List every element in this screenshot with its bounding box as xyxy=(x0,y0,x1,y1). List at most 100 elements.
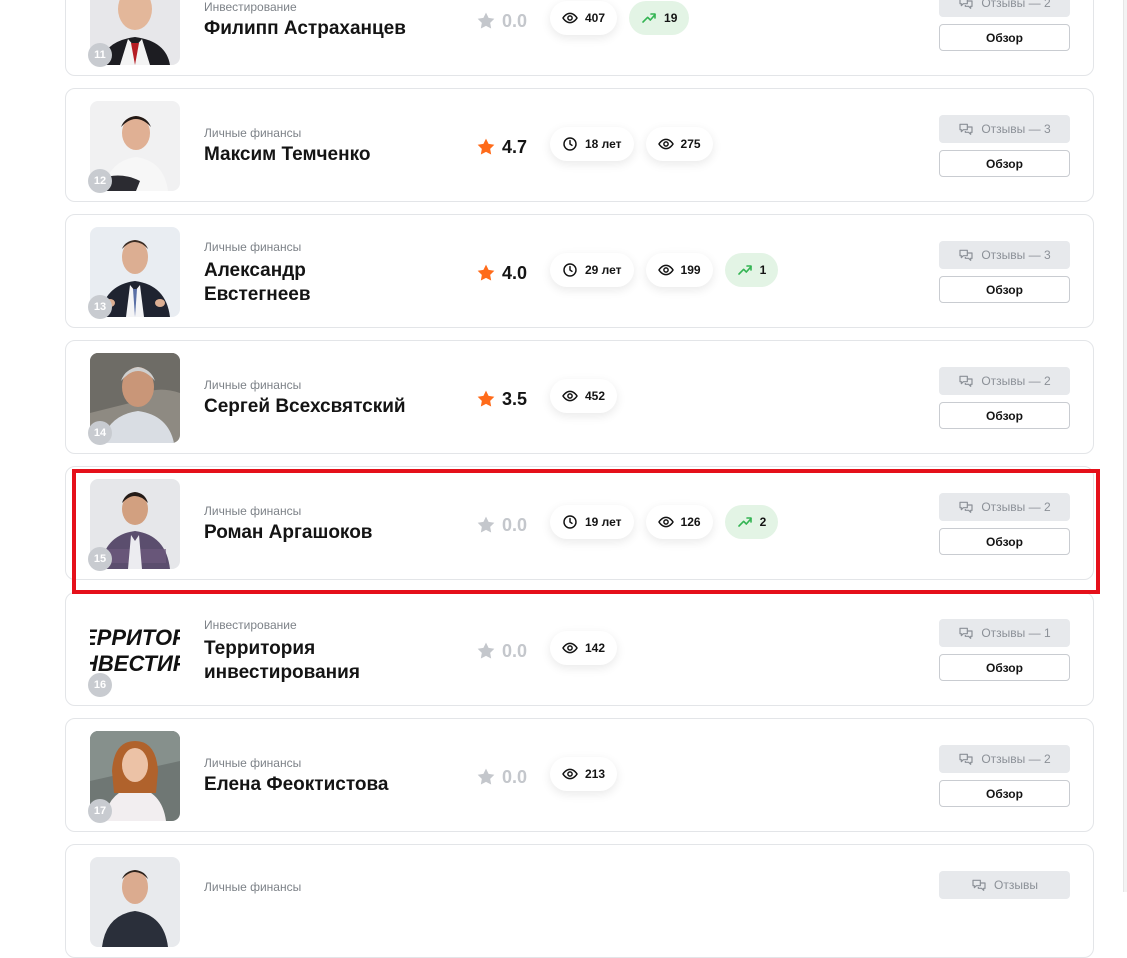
reviews-label: Отзывы — 3 xyxy=(981,248,1051,262)
reviews-label: Отзывы — 3 xyxy=(981,122,1051,136)
expert-card[interactable]: 17 Личные финансы Елена Феоктистова 0.0 … xyxy=(65,718,1094,832)
rating: 3.5 xyxy=(476,387,527,411)
review-button[interactable]: Обзор xyxy=(939,528,1070,555)
category-label: Личные финансы xyxy=(204,126,302,140)
expert-name[interactable]: Сергей Всехсвятский xyxy=(204,395,464,419)
rating-value: 3.5 xyxy=(502,388,528,409)
expert-name[interactable]: Филипп Астраханцев xyxy=(204,17,464,41)
clock-icon xyxy=(563,515,577,529)
trend-up-icon xyxy=(737,265,752,275)
expert-card[interactable]: 11 Инвестирование Филипп Астраханцев 0.0… xyxy=(65,0,1094,76)
chat-bubbles-icon xyxy=(959,249,973,261)
clock-icon xyxy=(563,263,577,277)
expert-name[interactable]: Роман Аргашоков xyxy=(204,521,464,545)
expert-name[interactable]: Максим Темченко xyxy=(204,143,464,167)
reviews-button[interactable]: Отзывы — 1 xyxy=(939,619,1070,647)
trend-pill: 1 xyxy=(724,253,779,287)
reviews-label: Отзывы — 1 xyxy=(981,626,1051,640)
trend-pill: 2 xyxy=(724,505,779,539)
views-count: 142 xyxy=(585,641,606,655)
category-label: Личные финансы xyxy=(204,378,302,392)
rank-badge: 17 xyxy=(88,799,112,823)
views-count: 452 xyxy=(585,389,606,403)
chat-bubbles-icon xyxy=(972,879,986,891)
views-count: 213 xyxy=(585,767,606,781)
reviews-button[interactable]: Отзывы — 3 xyxy=(939,115,1070,143)
reviews-button[interactable]: Отзывы — 2 xyxy=(939,745,1070,773)
experience-value: 29 лет xyxy=(585,263,622,277)
views-pill: 142 xyxy=(550,631,618,665)
chat-bubbles-icon xyxy=(959,375,973,387)
reviews-button[interactable]: Отзывы — 2 xyxy=(939,493,1070,521)
trend-pill: 19 xyxy=(629,1,690,35)
views-pill: 126 xyxy=(645,505,713,539)
chat-bubbles-icon xyxy=(959,627,973,639)
reviews-button[interactable]: Отзывы — 3 xyxy=(939,241,1070,269)
star-icon xyxy=(477,264,495,281)
rating: 4.7 xyxy=(476,135,527,159)
rank-badge: 13 xyxy=(88,295,112,319)
rating-value: 0.0 xyxy=(502,640,528,661)
views-pill: 452 xyxy=(550,379,618,413)
review-button[interactable]: Обзор xyxy=(939,24,1070,51)
views-pill: 275 xyxy=(645,127,713,161)
eye-icon xyxy=(562,12,578,24)
rating: 0.0 xyxy=(476,765,527,789)
expert-name[interactable]: Территория xyxy=(204,637,464,661)
experience-pill: 18 лет xyxy=(550,127,634,161)
rating-value: 0.0 xyxy=(502,10,528,31)
rank-badge: 15 xyxy=(88,547,112,571)
reviews-button[interactable]: Отзывы — 2 xyxy=(939,367,1070,395)
views-pill: 199 xyxy=(645,253,713,287)
expert-card[interactable]: 12 Личные финансы Максим Темченко 4.7 18… xyxy=(65,88,1094,202)
views-pill: 213 xyxy=(550,757,618,791)
views-count: 407 xyxy=(585,11,606,25)
views-pill: 407 xyxy=(550,1,618,35)
reviews-label: Отзывы — 2 xyxy=(981,752,1051,766)
review-button[interactable]: Обзор xyxy=(939,780,1070,807)
experience-pill: 19 лет xyxy=(550,505,634,539)
reviews-button[interactable]: Отзывы xyxy=(939,871,1070,899)
review-button[interactable]: Обзор xyxy=(939,654,1070,681)
rating-value: 0.0 xyxy=(502,514,528,535)
star-icon xyxy=(477,642,495,659)
expert-card[interactable]: 15 Личные финансы Роман Аргашоков 0.0 19… xyxy=(65,466,1094,580)
star-icon xyxy=(477,12,495,29)
expert-card[interactable]: 14 Личные финансы Сергей Всехсвятский 3.… xyxy=(65,340,1094,454)
review-button[interactable]: Обзор xyxy=(939,402,1070,429)
rank-badge: 12 xyxy=(88,169,112,193)
eye-icon xyxy=(562,642,578,654)
review-button[interactable]: Обзор xyxy=(939,276,1070,303)
expert-card[interactable]: ЕРРИТОРИ НВЕСТИР 16 Инвестирование Терри… xyxy=(65,592,1094,706)
trend-count: 1 xyxy=(759,263,767,277)
expert-name-line2[interactable]: Евстегнеев xyxy=(204,283,464,307)
trend-up-icon xyxy=(642,13,656,23)
star-icon xyxy=(477,138,495,155)
expert-name-line2[interactable]: инвестирования xyxy=(204,661,464,685)
star-icon xyxy=(477,390,495,407)
reviews-label: Отзывы — 2 xyxy=(981,500,1051,514)
expert-name[interactable]: Александр xyxy=(204,259,464,283)
eye-icon xyxy=(562,390,578,402)
star-icon xyxy=(477,516,495,533)
views-count: 275 xyxy=(680,137,701,151)
expert-card[interactable]: 13 Личные финансы Александр Евстегнеев 4… xyxy=(65,214,1094,328)
trend-count: 19 xyxy=(664,11,678,25)
eye-icon xyxy=(657,264,674,276)
rating: 4.0 xyxy=(476,261,527,285)
rating-value: 4.7 xyxy=(502,136,528,157)
expert-name[interactable]: Елена Феоктистова xyxy=(204,773,464,797)
experience-pill: 29 лет xyxy=(550,253,634,287)
review-button[interactable]: Обзор xyxy=(939,150,1070,177)
avatar xyxy=(90,857,180,947)
rank-badge: 16 xyxy=(88,673,112,697)
reviews-label: Отзывы — 2 xyxy=(981,0,1051,10)
reviews-button[interactable]: Отзывы — 2 xyxy=(939,0,1070,17)
category-label: Инвестирование xyxy=(204,618,297,632)
clock-icon xyxy=(563,137,577,151)
expert-card[interactable]: Личные финансы Отзывы xyxy=(65,844,1094,958)
experience-value: 18 лет xyxy=(585,137,622,151)
scrollbar[interactable] xyxy=(1123,0,1127,892)
rank-badge: 14 xyxy=(88,421,112,445)
views-count: 199 xyxy=(680,263,701,277)
